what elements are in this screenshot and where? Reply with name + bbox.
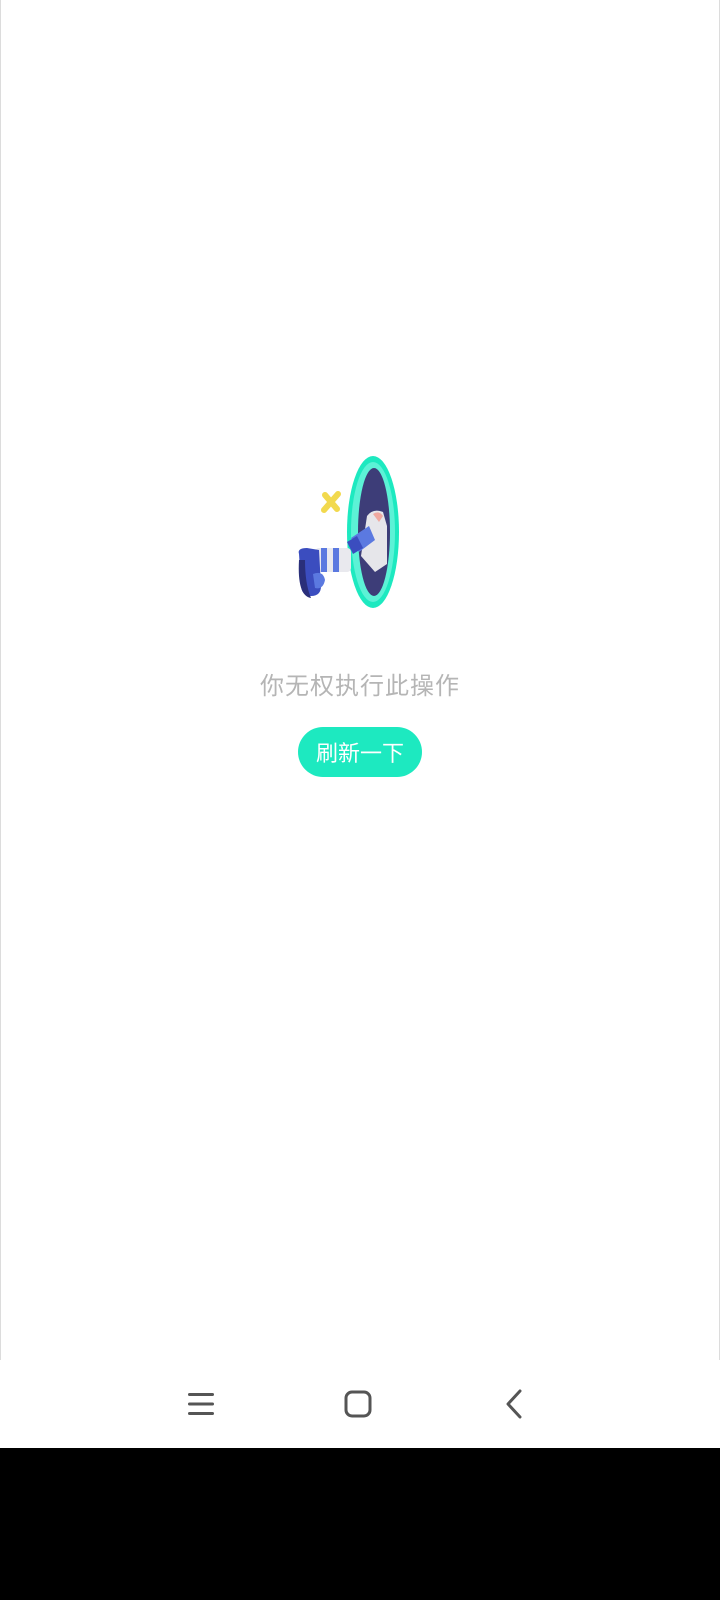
home-button[interactable] bbox=[328, 1374, 388, 1434]
refresh-button[interactable]: 刷新一下 bbox=[298, 727, 422, 777]
permission-denied-message: 你无权执行此操作 bbox=[260, 672, 460, 700]
portal-illustration-graphic bbox=[298, 456, 399, 608]
sparkle-icon bbox=[321, 491, 341, 513]
permission-denied-view: 你无权执行此操作 刷新一下 bbox=[0, 0, 720, 1360]
portal-figure-sock-stripe bbox=[321, 548, 327, 572]
menu-icon bbox=[188, 1393, 214, 1415]
home-icon bbox=[344, 1390, 372, 1418]
portal-figure-sock-stripe-2 bbox=[333, 548, 339, 572]
portal-illustration bbox=[295, 456, 415, 626]
system-navigation-bar bbox=[0, 1360, 720, 1448]
app-screen: 你无权执行此操作 刷新一下 bbox=[0, 0, 720, 1448]
portal-figure-shoe-toe bbox=[313, 572, 325, 589]
menu-button[interactable] bbox=[171, 1374, 231, 1434]
back-button[interactable] bbox=[484, 1374, 544, 1434]
back-icon bbox=[506, 1389, 522, 1419]
